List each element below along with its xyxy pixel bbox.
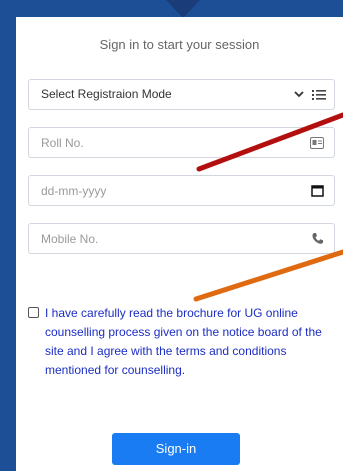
orange-arrow-line	[193, 249, 343, 302]
red-arrow-line	[196, 112, 343, 172]
annotation-arrows	[193, 112, 343, 302]
